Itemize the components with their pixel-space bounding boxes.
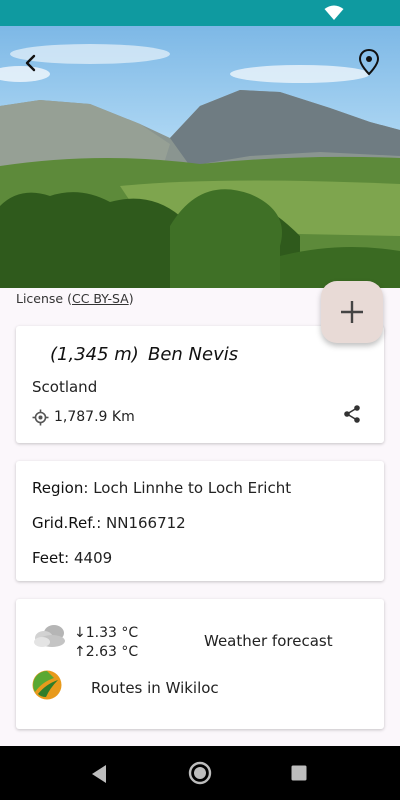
peak-distance: 1,787.9 Km bbox=[54, 409, 135, 425]
peak-photo bbox=[0, 26, 400, 288]
peak-summary-card: (1,345 m) Ben Nevis Scotland 1,787.9 Km bbox=[16, 326, 384, 443]
photo-license: License (CC BY-SA) bbox=[16, 291, 134, 306]
feet-label: Feet bbox=[32, 549, 65, 567]
weather-forecast-link[interactable]: Weather forecast bbox=[204, 632, 333, 650]
license-link[interactable]: CC BY-SA bbox=[72, 291, 129, 306]
temp-max: ↑2.63 °C bbox=[74, 644, 139, 660]
plus-icon bbox=[341, 301, 363, 323]
feet-row: Feet: 4409 bbox=[32, 549, 113, 567]
cloudy-weather-icon bbox=[34, 625, 65, 647]
gridref-value: NN166712 bbox=[106, 514, 186, 532]
peak-details-card: Region: Loch Linnhe to Loch Ericht Grid.… bbox=[16, 461, 384, 581]
location-target-icon bbox=[32, 409, 49, 426]
status-bar bbox=[0, 0, 400, 26]
peak-name: Ben Nevis bbox=[148, 344, 239, 365]
region-value: Loch Linnhe to Loch Ericht bbox=[93, 479, 292, 497]
wikiloc-logo-icon bbox=[32, 670, 62, 700]
license-prefix: License ( bbox=[16, 291, 72, 306]
nav-back-icon[interactable] bbox=[90, 764, 108, 784]
wikiloc-routes-link[interactable]: Routes in Wikiloc bbox=[91, 679, 219, 697]
nav-recents-icon[interactable] bbox=[291, 765, 307, 781]
peak-country: Scotland bbox=[32, 378, 98, 396]
external-links-card: ↓1.33 °C ↑2.63 °C Weather forecast Route… bbox=[16, 599, 384, 729]
region-label: Region bbox=[32, 479, 84, 497]
map-pin-icon[interactable] bbox=[358, 48, 380, 76]
system-nav-bar bbox=[0, 746, 400, 800]
gridref-label: Grid.Ref. bbox=[32, 514, 97, 532]
back-arrow-icon[interactable] bbox=[20, 52, 42, 74]
add-button[interactable] bbox=[321, 281, 383, 343]
gridref-row: Grid.Ref.: NN166712 bbox=[32, 514, 186, 532]
share-icon[interactable] bbox=[342, 404, 362, 424]
feet-value: 4409 bbox=[73, 549, 113, 567]
wifi-icon bbox=[324, 5, 344, 20]
region-row: Region: Loch Linnhe to Loch Ericht bbox=[32, 479, 292, 497]
peak-elevation: (1,345 m) bbox=[50, 344, 139, 365]
nav-home-icon[interactable] bbox=[188, 761, 212, 785]
license-suffix: ) bbox=[128, 291, 134, 306]
temp-min: ↓1.33 °C bbox=[74, 625, 139, 641]
